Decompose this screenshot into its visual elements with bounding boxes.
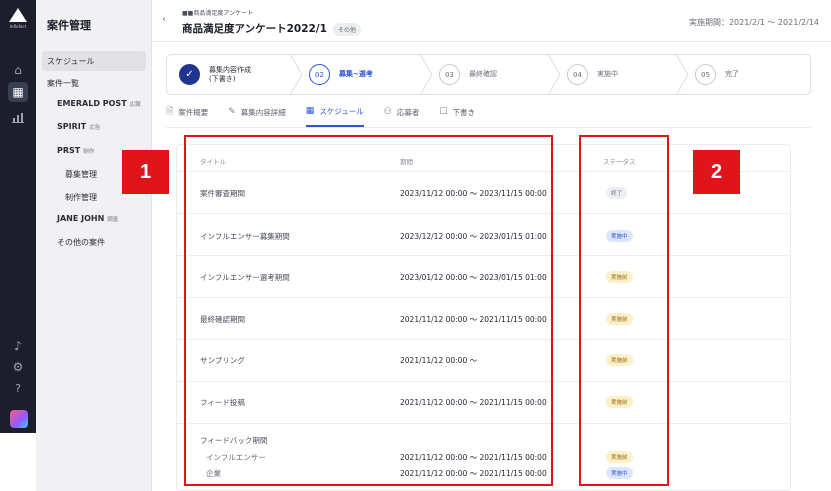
step-5[interactable]: 05 完了 bbox=[695, 55, 739, 94]
people-icon: ⚇ bbox=[383, 107, 392, 117]
app-switcher-icon[interactable] bbox=[10, 410, 28, 428]
gear-icon[interactable]: ⚙ bbox=[8, 357, 28, 377]
sidebar: 案件管理 スケジュール 案件一覧 EMERALD POST 広報 SPIRIT 広告… bbox=[36, 0, 152, 491]
sidebar-item-emerald[interactable]: EMERALD POST 広報 bbox=[57, 99, 141, 108]
step-1[interactable]: ✓ 募集内容作成 (下書き) bbox=[179, 55, 251, 94]
step-4[interactable]: 04 実施中 bbox=[567, 55, 618, 94]
annotation-label-2: 2 bbox=[693, 150, 740, 194]
sidebar-item-case-list[interactable]: 案件一覧 bbox=[47, 78, 79, 89]
sidebar-item-production[interactable]: 制作管理 bbox=[65, 192, 97, 203]
app-rail: Influfect ⌂ ▦ ♪ ⚙ ? bbox=[0, 0, 36, 433]
category-badge: その他 bbox=[332, 22, 361, 36]
tab-divider bbox=[166, 127, 811, 128]
tab-overview[interactable]: 🗎 案件概要 bbox=[166, 103, 208, 127]
pencil-icon: ✎ bbox=[228, 107, 236, 117]
check-icon: ✓ bbox=[179, 64, 200, 85]
chart-icon[interactable] bbox=[8, 108, 28, 128]
step-divider bbox=[290, 55, 303, 94]
tab-drafts[interactable]: ☐ 下書き bbox=[439, 103, 475, 127]
bell-icon[interactable]: ♪ bbox=[8, 336, 28, 356]
step-divider bbox=[548, 55, 561, 94]
annotation-box-1 bbox=[184, 135, 553, 486]
annotation-label-1: 1 bbox=[122, 150, 169, 194]
tab-schedule[interactable]: ▦ スケジュール bbox=[305, 103, 364, 127]
tab-bar: 🗎 案件概要 ✎ 募集内容詳細 ▦ スケジュール ⚇ 応募者 ☐ 下書き bbox=[166, 103, 495, 127]
progress-stepper: ✓ 募集内容作成 (下書き) 02 募集~選考 03 最終確認 04 実施中 05… bbox=[166, 54, 811, 95]
annotation-box-2 bbox=[579, 135, 669, 486]
sidebar-item-recruit[interactable]: 募集管理 bbox=[65, 169, 97, 180]
step-3[interactable]: 03 最終確認 bbox=[439, 55, 497, 94]
calendar-icon: ▦ bbox=[305, 106, 315, 116]
sidebar-title: 案件管理 bbox=[47, 19, 91, 32]
page-header: ‹ ■■商品満足度アンケート 商品満足度アンケート2022/1 その他 実施期間：… bbox=[152, 0, 831, 42]
sidebar-item-schedule[interactable]: スケジュール bbox=[42, 51, 146, 71]
sidebar-item-others[interactable]: その他の案件 bbox=[57, 237, 105, 248]
tab-applicants[interactable]: ⚇ 応募者 bbox=[384, 103, 420, 127]
help-icon[interactable]: ? bbox=[8, 378, 28, 398]
step-divider bbox=[420, 55, 433, 94]
sidebar-item-spirit[interactable]: SPIRIT 広告 bbox=[57, 122, 100, 131]
step-divider bbox=[676, 55, 689, 94]
app-logo[interactable]: Influfect bbox=[7, 8, 29, 34]
document-icon: 🗎 bbox=[166, 107, 174, 117]
draft-icon: ☐ bbox=[439, 107, 448, 117]
calendar-icon[interactable]: ▦ bbox=[8, 82, 28, 102]
sidebar-item-prst[interactable]: PRST 制作 bbox=[57, 146, 94, 155]
back-icon[interactable]: ‹ bbox=[162, 14, 166, 25]
tab-recruit-details[interactable]: ✎ 募集内容詳細 bbox=[228, 103, 286, 127]
home-icon[interactable]: ⌂ bbox=[8, 60, 28, 80]
campaign-period: 実施期間：2021/2/1 〜 2021/2/14 bbox=[688, 18, 819, 27]
sidebar-item-jane[interactable]: JANE JOHN 調査 bbox=[57, 214, 118, 223]
step-2[interactable]: 02 募集~選考 bbox=[309, 55, 373, 94]
page-title: 商品満足度アンケート2022/1 その他 bbox=[182, 21, 361, 36]
breadcrumb: ■■商品満足度アンケート bbox=[182, 10, 254, 17]
